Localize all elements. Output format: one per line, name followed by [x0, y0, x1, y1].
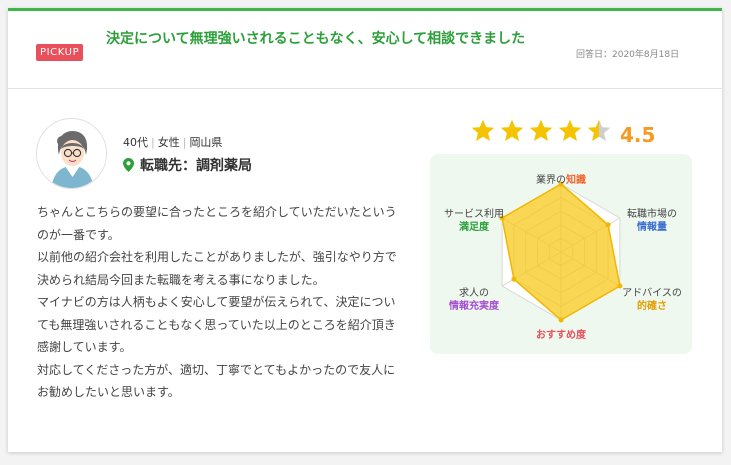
- radar-label-highlight: 満足度: [459, 222, 489, 233]
- star-icon: [587, 119, 611, 141]
- radar-label-prefix: アドバイスの: [622, 288, 682, 299]
- radar-data-point: [511, 276, 517, 282]
- star-rating: [470, 118, 615, 144]
- radar-label-satisfaction: サービス利用 満足度: [434, 208, 514, 234]
- radar-label-highlight: 情報充実度: [449, 301, 499, 312]
- job-label: 転職先：調剤薬局: [140, 158, 252, 174]
- star-icon: [558, 119, 582, 141]
- review-paragraph: ちゃんとこちらの要望に合ったところを紹介していただいたというのが一番です。: [37, 205, 397, 242]
- radar-label-knowledge: 業界の知識: [525, 174, 597, 187]
- profile-gender: 女性: [157, 136, 180, 149]
- profile-meta: 40代 | 女性 | 岡山県: [123, 134, 222, 150]
- star-icon: [529, 119, 553, 141]
- radar-label-recommend: おすすめ度: [521, 329, 601, 342]
- radar-data-point: [558, 317, 564, 323]
- job-destination: 転職先：調剤薬局: [123, 155, 252, 175]
- radar-label-prefix: サービス利用: [444, 209, 504, 220]
- meta-divider: |: [182, 136, 187, 149]
- avatar-woman-icon: [37, 119, 106, 188]
- radar-label-prefix: 求人の: [459, 288, 489, 299]
- radar-label-prefix: 転職市場の: [627, 209, 677, 220]
- radar-data-point: [605, 222, 611, 228]
- radar-chart: 業界の知識 転職市場の 情報量 アドバイスの 的確さ おすすめ度 求人の 情報充実度 …: [430, 154, 692, 354]
- review-card: PICKUP 決定について無理強いされることもなく、安心して相談できました 回答…: [8, 8, 722, 452]
- review-title: 決定について無理強いされることもなく、安心して相談できました: [106, 31, 526, 47]
- review-header: PICKUP 決定について無理強いされることもなく、安心して相談できました 回答…: [8, 11, 722, 89]
- radar-label-highlight: おすすめ度: [536, 330, 586, 341]
- pickup-badge: PICKUP: [36, 44, 84, 61]
- radar-label-job-info: 求人の 情報充実度: [434, 287, 514, 313]
- review-paragraph: 対応してくださった方が、適切、丁寧でとてもよかったので友人にお勧めしたいと思いま…: [37, 362, 396, 400]
- radar-label-highlight: 知識: [566, 175, 586, 186]
- radar-label-market-info: 転職市場の 情報量: [612, 208, 692, 234]
- review-paragraph: 以前他の紹介会社を利用したことがありましたが、強引なやり方で決められ結局今回また…: [37, 250, 397, 287]
- radar-label-highlight: 的確さ: [637, 301, 667, 312]
- profile-age: 40代: [123, 136, 148, 149]
- review-body: ちゃんとこちらの要望に合ったところを紹介していただいたというのが一番です。 以前…: [37, 201, 407, 404]
- location-pin-icon: [123, 158, 134, 172]
- answer-date: 回答日：2020年8月18日: [576, 50, 680, 60]
- meta-divider: |: [151, 136, 155, 149]
- review-paragraph: マイナビの方は人柄もよく安心して要望が伝えられて、決定についても無理強いされるこ…: [37, 295, 396, 354]
- avatar: [36, 118, 107, 189]
- radar-label-highlight: 情報量: [637, 222, 667, 233]
- rating-score: 4.5: [620, 123, 656, 147]
- radar-label-prefix: 業界の: [536, 175, 566, 186]
- radar-label-advice: アドバイスの 的確さ: [612, 287, 692, 313]
- profile-region: 岡山県: [189, 136, 223, 149]
- star-icon: [471, 119, 495, 141]
- radar-data-area: [501, 183, 621, 321]
- star-icon: [500, 119, 524, 141]
